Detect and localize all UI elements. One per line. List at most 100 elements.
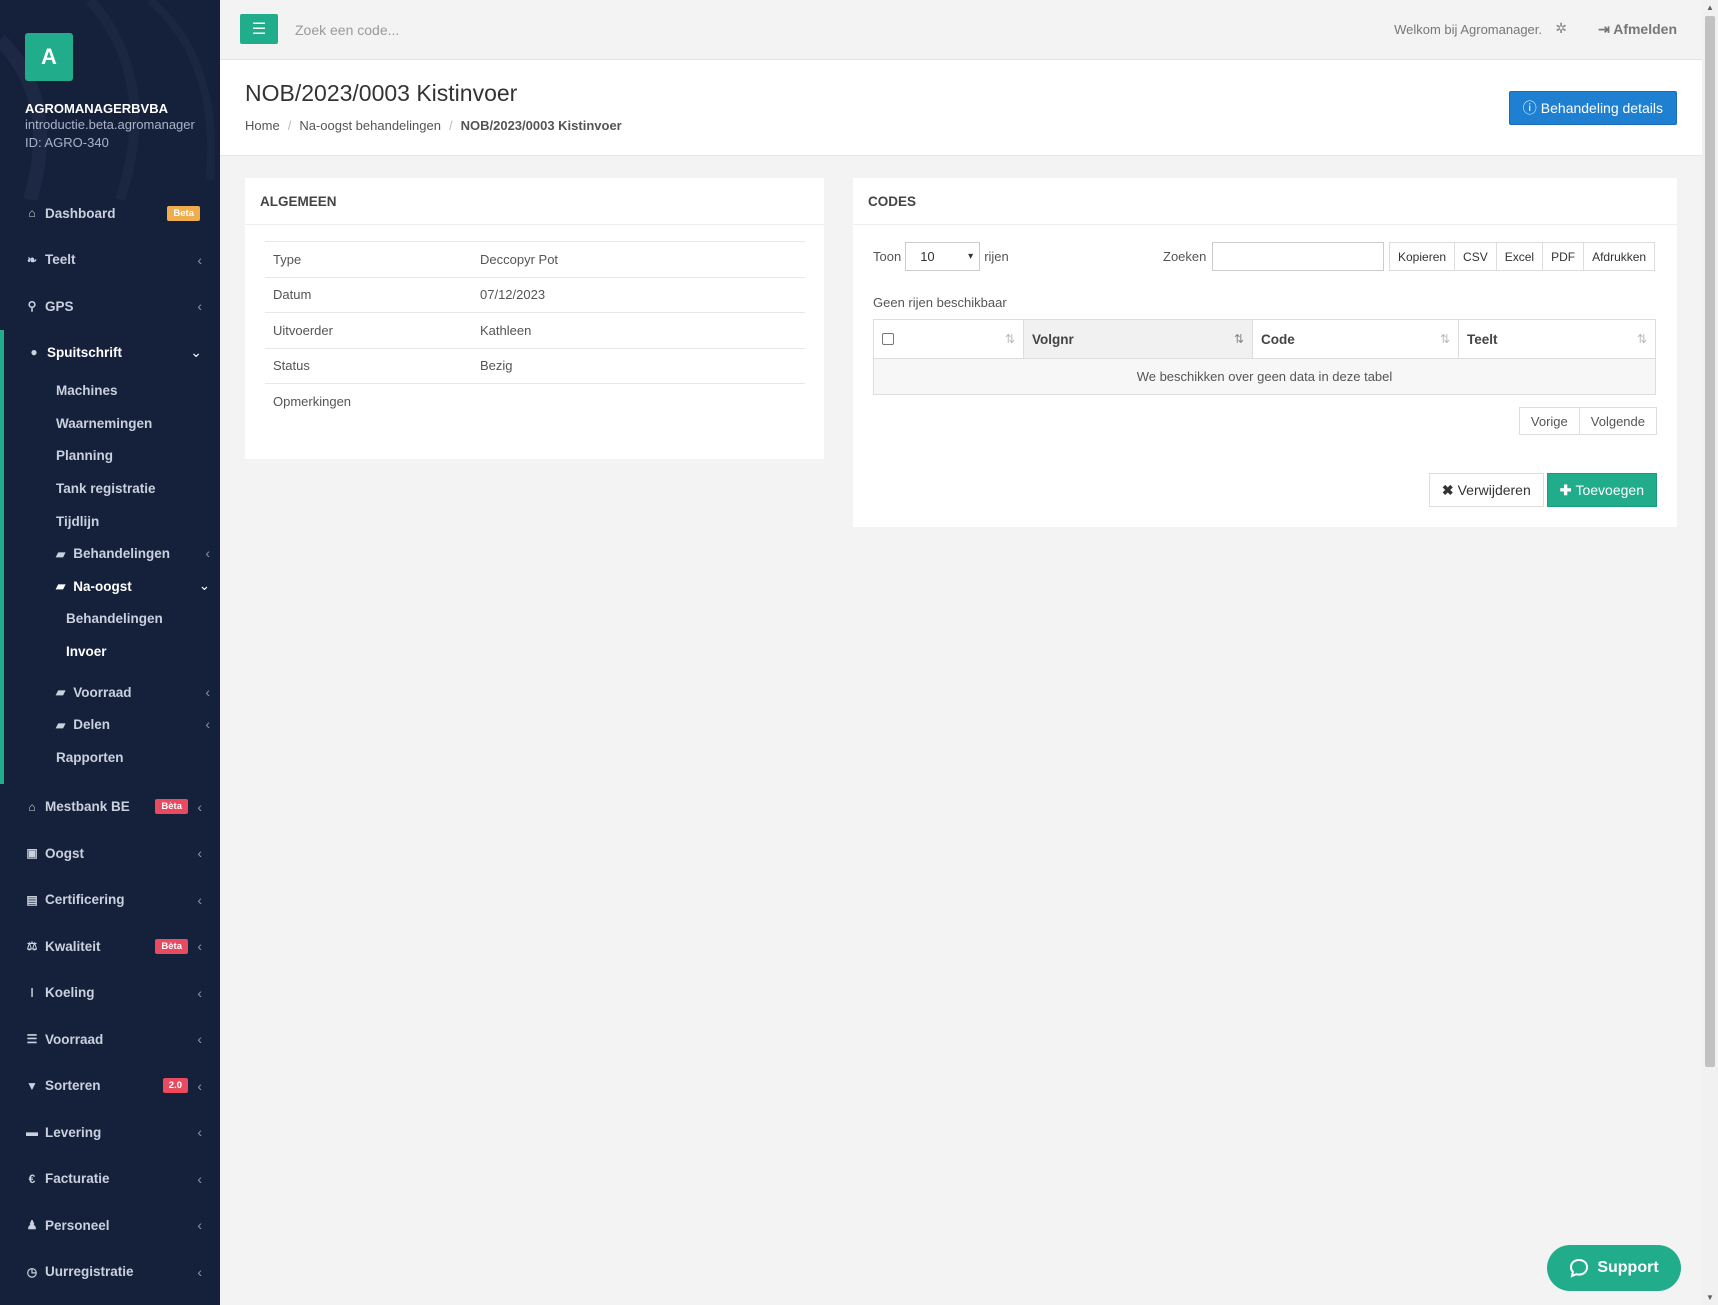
folder-icon: ▰ xyxy=(56,546,66,561)
sidebar-item-label: Dashboard xyxy=(45,205,116,221)
delete-button[interactable]: ✖ Verwijderen xyxy=(1428,473,1544,507)
brand-logo[interactable]: A xyxy=(25,33,73,81)
sidebar: A AGROMANAGERBVBA introductie.beta.agrom… xyxy=(0,0,220,1305)
sidebar-item-mestbank-be[interactable]: ⌂ Mestbank BE Bèta ‹ xyxy=(0,784,220,831)
sort-icon: ⇅ xyxy=(1636,332,1647,346)
column-header-volgnr[interactable]: Volgnr ⇅ xyxy=(1024,320,1253,358)
column-header-label: Teelt xyxy=(1467,331,1498,347)
sidebar-item-kwaliteit[interactable]: ⚖ Kwaliteit Bèta ‹ xyxy=(0,923,220,970)
sidebar-item-levering[interactable]: ▬ Levering ‹ xyxy=(0,1109,220,1156)
sidebar-item-teelt[interactable]: ❧ Teelt ‹ xyxy=(0,237,220,284)
print-button[interactable]: Afdrukken xyxy=(1583,242,1656,271)
beta-badge: Bèta xyxy=(155,799,188,815)
close-icon: ✖ xyxy=(1441,481,1454,498)
no-rows-text: Geen rijen beschikbaar xyxy=(873,295,1007,310)
sidebar-subsubitem-invoer[interactable]: Invoer xyxy=(4,635,220,668)
sidebar-folder-na-oogst[interactable]: ▰ Na-oogst ⌄ xyxy=(4,570,220,603)
csv-button[interactable]: CSV xyxy=(1454,242,1497,271)
sidebar-subitem-tijdlijn[interactable]: Tijdlijn xyxy=(4,505,220,538)
sidebar-item-koeling[interactable]: ǀ Koeling ‹ xyxy=(0,970,220,1017)
logout-link[interactable]: ⇥ Afmelden xyxy=(1598,21,1677,38)
euro-icon: € xyxy=(28,1171,36,1186)
next-page-button[interactable]: Volgende xyxy=(1578,407,1657,435)
chevron-left-icon: ‹ xyxy=(197,1217,202,1234)
sidebar-item-dashboard[interactable]: ⌂ Dashboard Beta xyxy=(0,190,220,237)
general-panel: ALGEMEEN Type Deccopyr Pot Datum 07/12/202… xyxy=(245,178,824,459)
menu-toggle-button[interactable]: ☰ xyxy=(240,14,278,44)
page-length-value: 10 xyxy=(920,249,935,264)
sidebar-subitem-tank-registratie[interactable]: Tank registratie xyxy=(4,472,220,505)
copy-button[interactable]: Kopieren xyxy=(1389,242,1456,271)
sidebar-item-oogst[interactable]: ▣ Oogst ‹ xyxy=(0,830,220,877)
book-icon: ▤ xyxy=(26,892,38,907)
scroll-up-arrow-icon[interactable]: ▲ xyxy=(1706,3,1714,12)
add-button[interactable]: ✚ Toevoegen xyxy=(1546,473,1657,507)
sidebar-subitem-planning[interactable]: Planning xyxy=(4,440,220,473)
support-button[interactable]: Support xyxy=(1547,1245,1681,1291)
sidebar-item-label: Facturatie xyxy=(45,1171,110,1187)
sidebar-item-spuitschrift[interactable]: ● Spuitschrift ⌄ xyxy=(4,330,220,375)
sidebar-subitem-label: Voorraad xyxy=(73,684,132,700)
breadcrumb-na-oogst-behandelingen[interactable]: Na-oogst behandelingen xyxy=(299,118,441,133)
bug-icon[interactable]: ✲ xyxy=(1555,20,1567,37)
behandeling-details-label: Behandeling details xyxy=(1540,100,1663,116)
scroll-down-arrow-icon[interactable]: ▼ xyxy=(1706,1293,1714,1302)
sidebar-folder-voorraad[interactable]: ▰ Voorraad ‹ xyxy=(4,676,220,709)
sidebar-subitem-rapporten[interactable]: Rapporten xyxy=(4,741,220,774)
company-domain: introductie.beta.agromanager xyxy=(25,117,195,132)
column-header-code[interactable]: Code ⇅ xyxy=(1253,320,1459,358)
sidebar-item-label: Uurregistratie xyxy=(45,1264,134,1280)
sidebar-menu: ⌂ Dashboard Beta ❧ Teelt ‹ ⚲ GPS ‹ ● Spu… xyxy=(0,190,220,1295)
chevron-left-icon: ‹ xyxy=(205,546,211,562)
detail-key: Type xyxy=(273,251,302,267)
support-label: Support xyxy=(1597,1259,1659,1276)
codes-table: ⇅ Volgnr ⇅ Code ⇅ Teelt ⇅ We beschikken … xyxy=(873,319,1656,395)
company-name: AGROMANAGERBVBA xyxy=(25,101,168,116)
chat-icon xyxy=(1570,1258,1589,1278)
pdf-button[interactable]: PDF xyxy=(1542,242,1585,271)
column-header-teelt[interactable]: Teelt ⇅ xyxy=(1459,320,1655,358)
previous-page-button[interactable]: Vorige xyxy=(1518,407,1580,435)
sidebar-item-label: Sorteren xyxy=(45,1078,101,1094)
rows-label: rijen xyxy=(984,249,1009,264)
sidebar-item-gps[interactable]: ⚲ GPS ‹ xyxy=(0,283,220,330)
sidebar-item-facturatie[interactable]: € Facturatie ‹ xyxy=(0,1156,220,1203)
breadcrumb-home[interactable]: Home xyxy=(245,118,280,133)
sidebar-item-voorraad[interactable]: ☰ Voorraad ‹ xyxy=(0,1016,220,1063)
export-buttons: Kopieren CSV Excel PDF Afdrukken xyxy=(1389,242,1656,271)
detail-row-datum: Datum 07/12/2023 xyxy=(265,276,805,313)
page-scrollbar[interactable]: ▲ ▼ xyxy=(1702,0,1718,1305)
sidebar-item-sorteren[interactable]: ▼ Sorteren 2.0 ‹ xyxy=(0,1063,220,1110)
codes-actions: ✖ Verwijderen ✚ Toevoegen xyxy=(1428,473,1657,507)
sidebar-subitem-label: Tank registratie xyxy=(56,481,156,497)
code-search-input[interactable] xyxy=(295,16,595,44)
chevron-left-icon: ‹ xyxy=(197,1077,202,1094)
sidebar-subitem-label: Behandelingen xyxy=(73,546,170,562)
chevron-left-icon: ‹ xyxy=(197,938,202,955)
behandeling-details-button[interactable]: ⓘ Behandeling details xyxy=(1508,91,1677,125)
folder-icon: ▰ xyxy=(56,685,66,700)
chevron-left-icon: ‹ xyxy=(197,251,202,268)
sidebar-subsubitem-behandelingen[interactable]: Behandelingen xyxy=(4,603,220,636)
detail-value: Kathleen xyxy=(480,322,532,338)
sidebar-subitem-machines[interactable]: Machines xyxy=(4,375,220,408)
page-length-select[interactable]: 10 ▾ xyxy=(905,242,981,271)
company-id: ID: AGRO-340 xyxy=(25,135,109,150)
welcome-text: Welkom bij Agromanager. xyxy=(1394,22,1542,37)
sidebar-item-certificering[interactable]: ▤ Certificering ‹ xyxy=(0,877,220,924)
select-all-checkbox[interactable] xyxy=(882,333,894,345)
excel-button[interactable]: Excel xyxy=(1495,242,1544,271)
table-search-input[interactable] xyxy=(1212,242,1385,271)
sidebar-folder-behandelingen[interactable]: ▰ Behandelingen ‹ xyxy=(4,537,220,570)
scrollbar-thumb[interactable] xyxy=(1705,16,1715,1067)
sidebar-item-personeel[interactable]: ♟ Personeel ‹ xyxy=(0,1202,220,1249)
sidebar-folder-delen[interactable]: ▰ Delen ‹ xyxy=(4,708,220,741)
sidebar-item-label: Spuitschrift xyxy=(47,344,123,360)
sidebar-item-uurregistratie[interactable]: ◷ Uurregistratie ‹ xyxy=(0,1249,220,1296)
detail-row-type: Type Deccopyr Pot xyxy=(265,241,805,277)
column-header-select[interactable]: ⇅ xyxy=(874,320,1024,358)
chevron-left-icon: ‹ xyxy=(197,798,202,815)
sidebar-item-label: Oogst xyxy=(45,845,84,861)
detail-key: Uitvoerder xyxy=(273,322,333,338)
sidebar-subitem-waarnemingen[interactable]: Waarnemingen xyxy=(4,407,220,440)
